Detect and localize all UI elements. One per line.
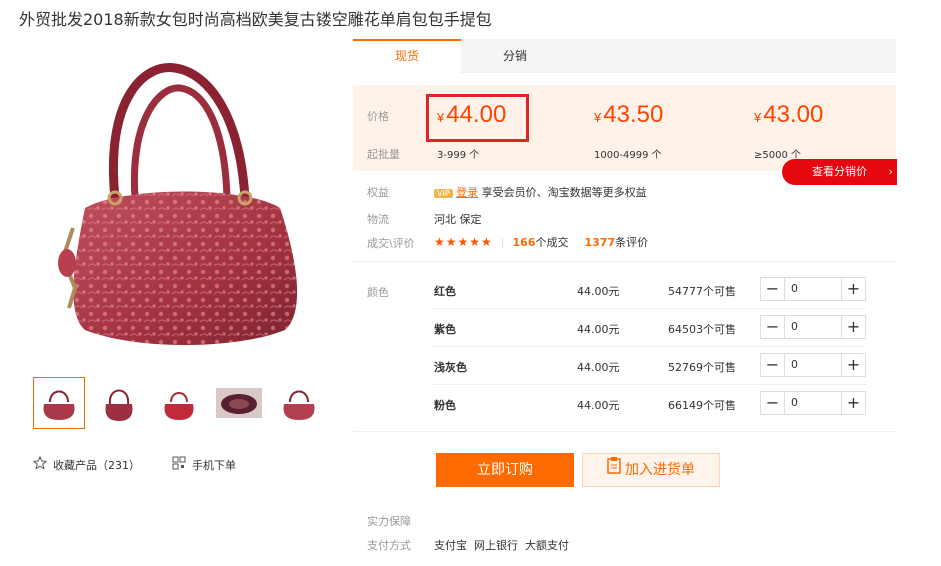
- decrement-button[interactable]: −: [761, 354, 785, 376]
- price-value: 43.50: [603, 101, 664, 128]
- mobile-order-label: 手机下单: [192, 458, 236, 472]
- mobile-order-button[interactable]: 手机下单: [172, 456, 236, 473]
- payment-label: 支付方式: [367, 539, 411, 552]
- sku-row: 红色 44.00元 54777个可售 − 0 +: [432, 271, 866, 309]
- decrement-button[interactable]: −: [761, 278, 785, 300]
- decrement-button[interactable]: −: [761, 392, 785, 414]
- deals-label: 成交\评价: [367, 237, 415, 250]
- deals-suffix: 个成交: [535, 236, 569, 249]
- divider: [353, 431, 896, 432]
- thumbnail-2[interactable]: [93, 377, 145, 429]
- sku-name: 紫色: [434, 323, 456, 336]
- quantity-stepper: − 0 +: [760, 391, 866, 415]
- vip-badge: VIP: [434, 188, 453, 198]
- quantity-input[interactable]: 0: [791, 396, 798, 409]
- clipboard-icon: [607, 454, 621, 486]
- reviews-suffix: 条评价: [615, 236, 649, 249]
- guarantee-label: 实力保障: [367, 515, 411, 528]
- quantity-input[interactable]: 0: [791, 282, 798, 295]
- sku-price: 44.00元: [577, 361, 620, 374]
- thumbnail-3[interactable]: [153, 377, 205, 429]
- price-value: 43.00: [763, 101, 824, 128]
- sku-price: 44.00元: [577, 399, 620, 412]
- currency-symbol: ¥: [594, 110, 602, 125]
- dist-button-label: 查看分销价: [812, 165, 867, 178]
- sku-price: 44.00元: [577, 285, 620, 298]
- quantity-input[interactable]: 0: [791, 320, 798, 333]
- deals-count[interactable]: 166: [513, 236, 536, 249]
- increment-button[interactable]: +: [841, 316, 865, 338]
- view-distribution-price-button[interactable]: 查看分销价 ›: [782, 159, 897, 185]
- thumbnail-4[interactable]: [213, 377, 265, 429]
- price-label: 价格: [367, 110, 389, 123]
- quantity-input[interactable]: 0: [791, 358, 798, 371]
- thumbnail-strip: [33, 377, 343, 433]
- tab-spot[interactable]: 现货: [353, 39, 461, 73]
- sku-stock: 54777个可售: [668, 285, 736, 298]
- sku-row: 粉色 44.00元 66149个可售 − 0 +: [432, 385, 866, 423]
- rights-row: VIP 登录 享受会员价、淘宝数据等更多权益: [434, 184, 647, 200]
- sku-stock: 66149个可售: [668, 399, 736, 412]
- increment-button[interactable]: +: [841, 278, 865, 300]
- purchase-tabs: 现货 分销: [353, 39, 896, 73]
- thumbnail-1[interactable]: [33, 377, 85, 429]
- qty-tier-1: 3-999 个: [437, 150, 480, 161]
- sku-stock: 52769个可售: [668, 361, 736, 374]
- qr-grid-icon: [172, 456, 186, 473]
- sku-row: 紫色 44.00元 64503个可售 − 0 +: [432, 309, 866, 347]
- favorite-product-button[interactable]: 收藏产品（231）: [32, 455, 140, 473]
- login-link[interactable]: 登录: [456, 186, 478, 199]
- main-product-image: [45, 58, 340, 363]
- payment-methods: 支付宝 网上银行 大额支付: [434, 539, 569, 552]
- qty-tier-2: 1000-4999 个: [594, 150, 662, 161]
- deals-row: ★★★★★ | 166个成交 1377条评价: [434, 235, 649, 249]
- price-highlight-box: [426, 94, 529, 142]
- increment-button[interactable]: +: [841, 392, 865, 414]
- quantity-stepper: − 0 +: [760, 277, 866, 301]
- price-tier-3: ¥43.00: [754, 101, 823, 129]
- logistics-label: 物流: [367, 213, 389, 226]
- price-tier-2: ¥43.50: [594, 101, 663, 129]
- add-to-cart-label: 加入进货单: [625, 462, 695, 478]
- quantity-stepper: − 0 +: [760, 353, 866, 377]
- chevron-right-icon: ›: [888, 165, 893, 178]
- quantity-stepper: − 0 +: [760, 315, 866, 339]
- product-title: 外贸批发2018新款女包时尚高档欧美复古镂空雕花单肩包包手提包: [19, 10, 492, 29]
- order-now-button[interactable]: 立即订购: [436, 453, 574, 487]
- color-label: 颜色: [367, 286, 389, 299]
- logistics-value: 河北 保定: [434, 213, 482, 226]
- decrement-button[interactable]: −: [761, 316, 785, 338]
- increment-button[interactable]: +: [841, 354, 865, 376]
- rating-stars: ★★★★★: [434, 235, 493, 249]
- thumbnail-5[interactable]: [273, 377, 325, 429]
- sku-price: 44.00元: [577, 323, 620, 336]
- rights-label: 权益: [367, 186, 389, 199]
- reviews-count[interactable]: 1377: [584, 236, 615, 249]
- star-outline-icon: [32, 455, 48, 473]
- add-to-cart-button[interactable]: 加入进货单: [582, 453, 720, 487]
- rights-text: 享受会员价、淘宝数据等更多权益: [481, 186, 647, 199]
- sku-name: 粉色: [434, 399, 456, 412]
- batch-label: 起批量: [367, 148, 400, 161]
- sku-name: 浅灰色: [434, 361, 467, 374]
- sku-row: 浅灰色 44.00元 52769个可售 − 0 +: [432, 347, 866, 385]
- gallery-actions: 收藏产品（231） 手机下单: [32, 455, 343, 476]
- tab-distribution[interactable]: 分销: [461, 39, 569, 73]
- sku-name: 红色: [434, 285, 456, 298]
- favorite-label: 收藏产品（231）: [53, 458, 140, 472]
- sku-stock: 64503个可售: [668, 323, 736, 336]
- divider: [353, 261, 896, 262]
- currency-symbol: ¥: [754, 110, 762, 125]
